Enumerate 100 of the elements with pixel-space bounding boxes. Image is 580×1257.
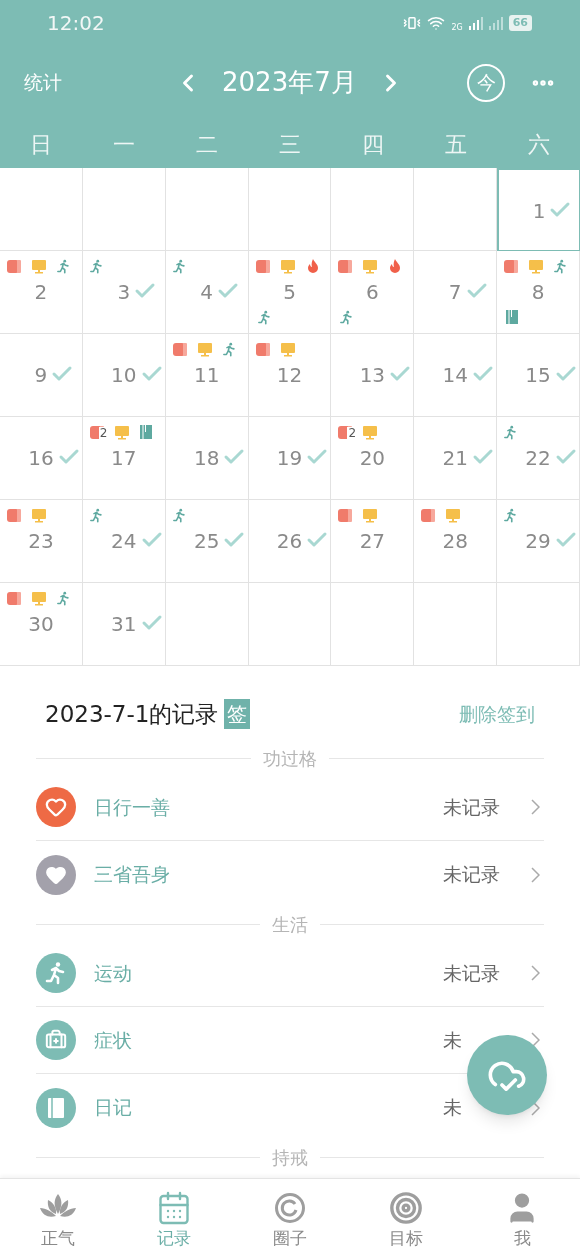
day-number: 3 bbox=[117, 280, 131, 304]
record-label: 日行一善 bbox=[94, 794, 171, 820]
day-number: 12 bbox=[276, 363, 303, 387]
record-status: 未记录 bbox=[443, 862, 500, 888]
calendar-day[interactable]: 29 bbox=[497, 500, 580, 583]
calendar-day[interactable]: 9 bbox=[0, 334, 83, 417]
calendar-day[interactable]: 12 bbox=[248, 334, 332, 417]
weekday-label: 五 bbox=[443, 130, 468, 159]
calendar-day[interactable]: 24 bbox=[82, 500, 166, 583]
day-number: 30 bbox=[28, 612, 54, 636]
day-number: 10 bbox=[111, 363, 137, 387]
runner-icon bbox=[171, 258, 187, 274]
count-label: 2 bbox=[98, 427, 109, 439]
record-label: 三省吾身 bbox=[94, 862, 171, 888]
calendar-day[interactable]: 8 bbox=[497, 251, 580, 334]
today-button[interactable]: 今 bbox=[467, 63, 505, 102]
day-number: 14 bbox=[442, 363, 468, 387]
calendar-day[interactable]: 19 bbox=[248, 417, 332, 500]
calendar-day[interactable]: 14 bbox=[414, 334, 498, 417]
nav-tab[interactable]: 目标 bbox=[348, 1179, 464, 1257]
calendar-day[interactable]: 4 bbox=[165, 251, 249, 334]
book-icon bbox=[171, 341, 188, 357]
monitor-icon bbox=[362, 507, 379, 523]
book-icon bbox=[6, 590, 22, 606]
calendar-day[interactable]: 11 bbox=[165, 334, 249, 417]
day-number: 7 bbox=[448, 280, 462, 304]
monitor-icon bbox=[31, 258, 47, 274]
monitor-icon bbox=[362, 258, 379, 274]
calendar-day[interactable]: 25 bbox=[165, 500, 249, 583]
weekday-label: 四 bbox=[360, 130, 385, 159]
statistics-button[interactable]: 统计 bbox=[24, 68, 62, 97]
record-label: 日记 bbox=[94, 1095, 133, 1121]
calendar-day[interactable]: 10 bbox=[82, 334, 166, 417]
monitor-icon bbox=[31, 590, 47, 606]
calendar-day[interactable]: 5 bbox=[248, 251, 332, 334]
calendar-day[interactable]: 23 bbox=[0, 500, 83, 583]
runner-icon bbox=[56, 590, 71, 606]
book-icon bbox=[6, 507, 22, 523]
day-number: 25 bbox=[193, 529, 220, 553]
nav-tab[interactable]: 我 bbox=[464, 1179, 580, 1257]
calendar-day[interactable]: 7 bbox=[414, 251, 498, 334]
weekday-label: 六 bbox=[526, 130, 551, 159]
calendar-day[interactable]: 6 bbox=[331, 251, 415, 334]
calendar-day[interactable]: 28 bbox=[414, 500, 498, 583]
calendar-day[interactable]: 13 bbox=[331, 334, 415, 417]
notebook-icon bbox=[505, 309, 520, 325]
signal-icon bbox=[468, 14, 503, 31]
calendar-day[interactable]: 21 bbox=[414, 417, 498, 500]
section-heading: 功过格 bbox=[263, 746, 317, 771]
nav-tab[interactable]: 记录 bbox=[116, 1179, 232, 1257]
day-number: 22 bbox=[525, 446, 551, 470]
calendar-day[interactable]: 2 20 bbox=[331, 417, 415, 500]
runner-icon bbox=[171, 507, 187, 523]
calendar-day[interactable]: 18 bbox=[165, 417, 249, 500]
calendar-day[interactable]: 22 bbox=[497, 417, 580, 500]
day-number: 17 bbox=[111, 446, 137, 470]
record-label: 症状 bbox=[94, 1027, 133, 1053]
weekday-label: 三 bbox=[278, 130, 302, 159]
nav-tab[interactable]: 正气 bbox=[0, 1179, 116, 1257]
monitor-icon bbox=[279, 258, 296, 274]
ring-icon bbox=[274, 1191, 306, 1224]
calendar-day[interactable]: 3 bbox=[82, 251, 166, 334]
day-number: 15 bbox=[525, 363, 551, 387]
nav-tab[interactable]: 圈子 bbox=[232, 1179, 348, 1257]
calendar-day[interactable]: 31 bbox=[82, 583, 166, 666]
book-icon bbox=[337, 507, 354, 523]
day-number: 21 bbox=[442, 446, 468, 470]
record-status: 未 bbox=[443, 1095, 462, 1121]
calendar-day[interactable]: 2 bbox=[0, 251, 83, 334]
weekday-label: 一 bbox=[112, 130, 137, 159]
target-icon bbox=[389, 1190, 423, 1225]
calendar-day[interactable]: 1 bbox=[497, 168, 580, 251]
day-number: 13 bbox=[359, 363, 386, 387]
delete-sign-in-link[interactable]: 删除签到 bbox=[459, 699, 535, 729]
record-status: 未记录 bbox=[443, 960, 500, 986]
calendar-day[interactable]: 15 bbox=[497, 334, 580, 417]
calendar-day[interactable]: 27 bbox=[331, 500, 415, 583]
notebook-icon bbox=[138, 424, 153, 440]
monitor-icon bbox=[113, 424, 130, 440]
day-number: 23 bbox=[28, 529, 54, 553]
runner-icon bbox=[503, 507, 519, 523]
calendar-day[interactable]: 26 bbox=[248, 500, 332, 583]
day-number: 29 bbox=[525, 529, 551, 553]
day-number: 11 bbox=[193, 363, 220, 387]
day-number: 9 bbox=[34, 363, 48, 387]
month-title: 2023年7月 bbox=[222, 66, 357, 99]
notebook-icon bbox=[36, 1087, 76, 1128]
calendar-day[interactable]: 30 bbox=[0, 583, 83, 666]
monitor-icon bbox=[31, 507, 47, 523]
count-label: 2 bbox=[347, 427, 358, 439]
calendar-day[interactable]: 16 bbox=[0, 417, 83, 500]
runner-icon bbox=[553, 258, 569, 274]
runner-icon bbox=[256, 309, 272, 325]
day-number: 31 bbox=[111, 612, 137, 636]
calendar-icon bbox=[156, 1189, 192, 1226]
calendar-day[interactable]: 2 17 bbox=[82, 417, 166, 500]
record-label: 运动 bbox=[94, 960, 133, 986]
chevron-icon bbox=[531, 965, 540, 981]
runner-icon bbox=[221, 341, 237, 357]
monitor-icon bbox=[279, 341, 296, 357]
